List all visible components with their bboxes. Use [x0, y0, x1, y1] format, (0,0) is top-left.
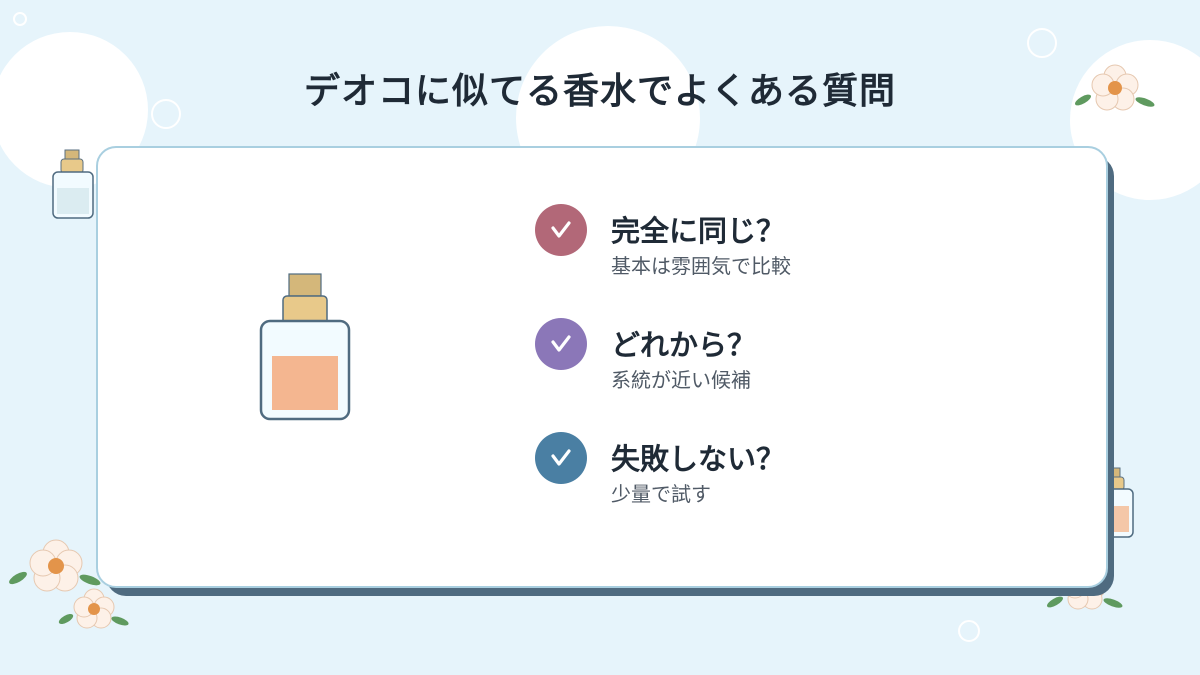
faq-question: どれから？	[611, 328, 757, 362]
check-icon	[535, 204, 587, 256]
check-icon	[535, 432, 587, 484]
faq-item: どれから？ 系統が近い候補	[535, 318, 995, 408]
faq-question: 完全に同じ？	[611, 214, 786, 248]
check-icon	[535, 318, 587, 370]
flower-icon	[9, 539, 101, 592]
faq-answer: 少量で試す	[611, 482, 711, 506]
faq-answer: 系統が近い候補	[611, 368, 751, 392]
page-title: デオコに似てる香水でよくある質問	[303, 71, 896, 113]
faq-answer: 基本は雰囲気で比較	[611, 254, 791, 278]
perfume-bottle-icon	[259, 273, 351, 421]
faq-item: 完全に同じ？ 基本は雰囲気で比較	[535, 204, 995, 294]
faq-question: 失敗しない？	[611, 442, 786, 476]
faq-item: 失敗しない？ 少量で試す	[535, 432, 995, 522]
